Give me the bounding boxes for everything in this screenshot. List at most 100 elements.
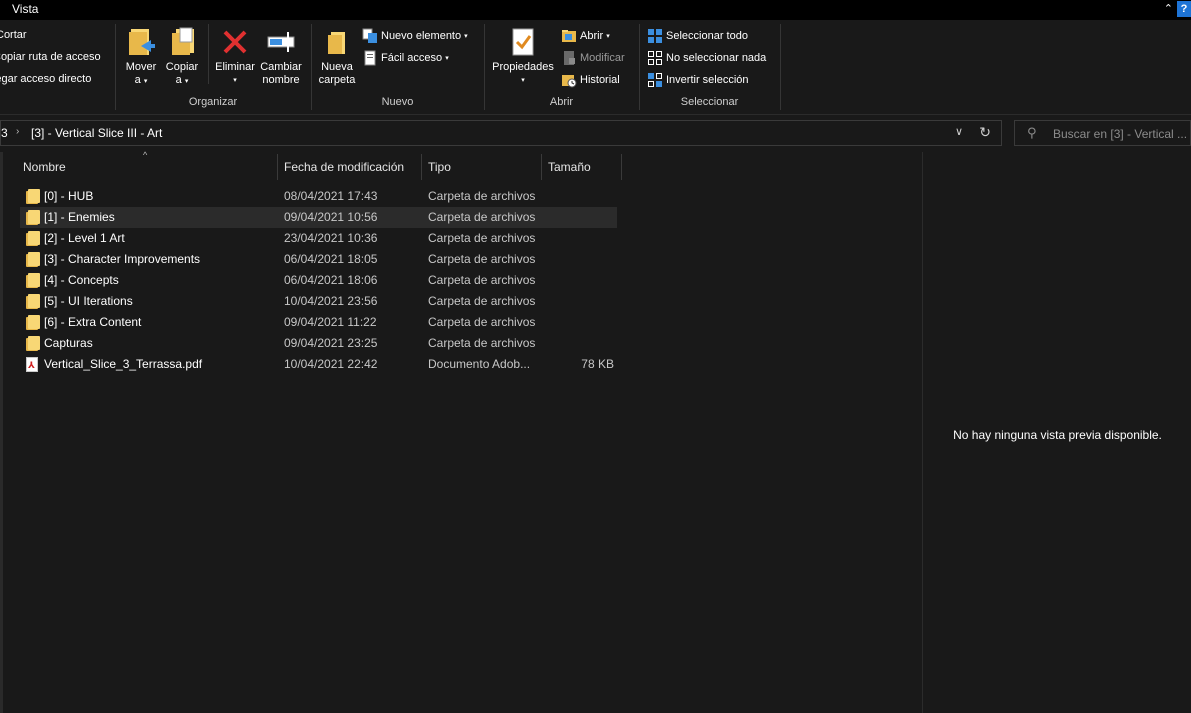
edit-button[interactable]: Modificar <box>561 50 625 66</box>
breadcrumb-prev[interactable]: 3 <box>1 126 8 140</box>
select-none-button[interactable]: No seleccionar nada <box>647 50 766 66</box>
file-name: [6] - Extra Content <box>44 315 142 329</box>
search-input[interactable] <box>1053 125 1189 142</box>
refresh-icon[interactable]: ↻ <box>979 124 991 141</box>
file-type: Carpeta de archivos <box>428 273 536 287</box>
file-name: [4] - Concepts <box>44 273 119 287</box>
file-row[interactable]: [5] - UI Iterations 10/04/2021 23:56 Carpe… <box>20 291 617 312</box>
file-name: [0] - HUB <box>44 189 94 203</box>
history-button[interactable]: Historial <box>561 72 620 88</box>
group-label-organizar: Organizar <box>188 96 238 108</box>
paste-shortcut-label: Pegar acceso directo <box>0 73 92 85</box>
address-history-dropdown-icon[interactable]: ∨ <box>955 125 963 138</box>
file-type: Carpeta de archivos <box>428 231 536 245</box>
file-row[interactable]: [1] - Enemies 09/04/2021 10:56 Carpeta de … <box>20 207 617 228</box>
file-name: [1] - Enemies <box>44 210 115 224</box>
copy-to-button[interactable]: Copiar a ▾ <box>163 26 201 88</box>
select-all-icon <box>647 28 663 44</box>
rename-button[interactable]: Cambiar nombre <box>258 26 304 87</box>
column-header-name[interactable]: Nombre <box>23 152 277 180</box>
file-row[interactable]: [0] - HUB 08/04/2021 17:43 Carpeta de arch… <box>20 186 617 207</box>
file-type: Carpeta de archivos <box>428 189 536 203</box>
easy-access-label: Fácil acceso <box>381 52 443 64</box>
ribbon-tab-strip: Vista ⌃ ? <box>0 0 1191 20</box>
open-label: Abrir <box>580 30 604 42</box>
rename-icon <box>265 26 297 58</box>
file-row[interactable]: [6] - Extra Content 09/04/2021 11:22 Carpe… <box>20 312 617 333</box>
properties-button[interactable]: Propiedades ▾ <box>488 26 558 87</box>
properties-icon <box>507 26 539 58</box>
file-name: [5] - UI Iterations <box>44 294 133 308</box>
open-button[interactable]: Abrir ▾ <box>561 28 610 44</box>
column-header-date[interactable]: Fecha de modificación <box>284 152 421 180</box>
file-row[interactable]: ⅄ Vertical_Slice_3_Terrassa.pdf 10/04/2021… <box>20 354 617 375</box>
search-box: ⚲ <box>1014 120 1191 146</box>
file-name: [3] - Character Improvements <box>44 252 201 266</box>
move-to-label-2: a ▾ <box>134 74 148 86</box>
open-icon <box>561 28 577 44</box>
invert-selection-button[interactable]: Invertir selección <box>647 72 749 88</box>
copy-to-label: Copiar <box>165 61 199 73</box>
file-type: Carpeta de archivos <box>428 336 536 350</box>
file-row[interactable]: Capturas 09/04/2021 23:25 Carpeta de archi… <box>20 333 617 354</box>
move-to-label: Mover <box>125 61 157 73</box>
copy-to-icon <box>166 26 198 58</box>
file-type: Carpeta de archivos <box>428 210 536 224</box>
move-to-button[interactable]: Mover a ▾ <box>122 26 160 88</box>
folder-icon <box>26 336 40 351</box>
rename-label: Cambiar <box>260 61 302 73</box>
properties-caret: ▾ <box>521 77 525 84</box>
folder-icon <box>26 231 40 246</box>
delete-icon <box>219 26 251 58</box>
new-item-button[interactable]: Nuevo elemento ▾ <box>362 28 468 44</box>
select-all-button[interactable]: Seleccionar todo <box>647 28 748 44</box>
move-to-icon <box>125 26 157 58</box>
search-icon: ⚲ <box>1027 125 1037 140</box>
file-type: Documento Adob... <box>428 357 531 371</box>
file-row[interactable]: [2] - Level 1 Art 23/04/2021 10:36 Carpeta… <box>20 228 617 249</box>
breadcrumb-chevron-icon[interactable]: › <box>16 126 19 137</box>
tab-vista[interactable]: Vista <box>12 2 38 16</box>
history-icon <box>561 72 577 88</box>
new-item-label: Nuevo elemento <box>381 30 462 42</box>
file-name: Capturas <box>44 336 93 350</box>
column-divider[interactable] <box>621 154 622 180</box>
group-label-nuevo: Nuevo <box>381 96 414 108</box>
file-type: Carpeta de archivos <box>428 294 536 308</box>
file-type: Carpeta de archivos <box>428 252 536 266</box>
delete-button[interactable]: Eliminar ▾ <box>212 26 258 87</box>
paste-shortcut-button[interactable]: Pegar acceso directo <box>0 73 91 85</box>
copy-to-label-2: a ▾ <box>175 74 189 86</box>
properties-label: Propiedades <box>492 61 554 73</box>
cut-label: Cortar <box>0 29 27 41</box>
file-date: 09/04/2021 23:25 <box>284 336 378 350</box>
file-row[interactable]: [4] - Concepts 06/04/2021 18:06 Carpeta de… <box>20 270 617 291</box>
address-bar[interactable]: 3 › [3] - Vertical Slice III - Art ∨ ↻ <box>0 120 1002 146</box>
new-folder-button[interactable]: Nueva carpeta <box>316 26 358 87</box>
collapse-ribbon-icon[interactable]: ⌃ <box>1164 2 1173 15</box>
easy-access-icon <box>362 50 378 66</box>
column-divider[interactable] <box>277 154 278 180</box>
easy-access-button[interactable]: Fácil acceso ▾ <box>362 50 449 66</box>
column-divider[interactable] <box>421 154 422 180</box>
group-label-abrir: Abrir <box>549 96 574 108</box>
breadcrumb-current[interactable]: [3] - Vertical Slice III - Art <box>31 126 162 140</box>
file-row[interactable]: [3] - Character Improvements 06/04/2021 1… <box>20 249 617 270</box>
column-header-size[interactable]: Tamaño <box>548 152 621 180</box>
invert-selection-icon <box>647 72 663 88</box>
file-date: 06/04/2021 18:06 <box>284 273 378 287</box>
file-size: 78 KB <box>581 357 614 371</box>
help-icon[interactable]: ? <box>1177 1 1191 17</box>
copy-path-label: Copiar ruta de acceso <box>0 51 101 63</box>
column-divider[interactable] <box>541 154 542 180</box>
preview-message: No hay ninguna vista previa disponible. <box>953 428 1162 442</box>
invert-selection-label: Invertir selección <box>666 74 749 86</box>
new-folder-label: Nueva <box>321 61 353 73</box>
cut-button[interactable]: Cortar <box>0 29 27 41</box>
copy-path-button[interactable]: Copiar ruta de acceso <box>0 51 101 63</box>
delete-caret: ▾ <box>233 77 237 84</box>
file-date: 10/04/2021 23:56 <box>284 294 378 308</box>
address-row: 3 › [3] - Vertical Slice III - Art ∨ ↻ ⚲ <box>0 116 1191 150</box>
ribbon: Cortar Copiar ruta de acceso Pegar acces… <box>0 20 1191 115</box>
column-header-type[interactable]: Tipo <box>428 152 541 180</box>
